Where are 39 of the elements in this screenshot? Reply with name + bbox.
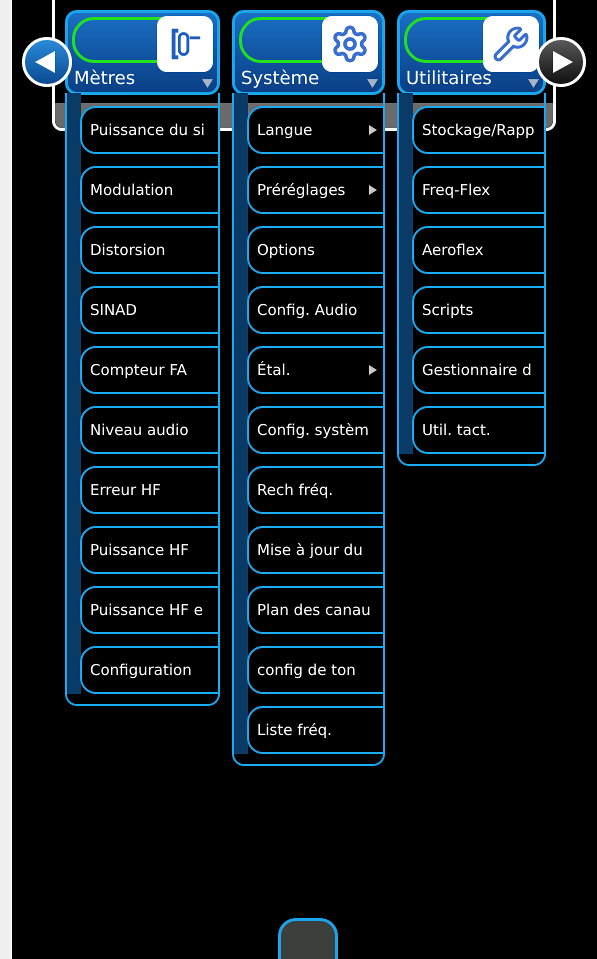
menu-item[interactable]: Langue	[247, 106, 383, 154]
menu-item[interactable]: Freq-Flex	[412, 166, 544, 214]
menu-item[interactable]: Gestionnaire d	[412, 346, 544, 394]
menu-item[interactable]: Options	[247, 226, 383, 274]
menu-item[interactable]: Erreur HF	[80, 466, 218, 514]
menu-item[interactable]: Compteur FA	[80, 346, 218, 394]
left-arrow-icon	[35, 51, 55, 73]
menu-item[interactable]: Préréglages	[247, 166, 383, 214]
menu-item[interactable]: Liste fréq.	[247, 706, 383, 754]
wrench-icon	[492, 25, 530, 63]
menu-item[interactable]: Config. Audio	[247, 286, 383, 334]
dropdown-triangle-icon	[202, 79, 213, 88]
menu-item[interactable]: Puissance HF	[80, 526, 218, 574]
dropdown-triangle-icon	[367, 79, 378, 88]
right-arrow-icon	[553, 51, 573, 73]
menu-item[interactable]: Aeroflex	[412, 226, 544, 274]
menu-item[interactable]: Util. tact.	[412, 406, 544, 454]
menu-item[interactable]: Configuration	[80, 646, 218, 694]
menu-header-button[interactable]: Utilitaires	[397, 10, 546, 95]
menu-item[interactable]: Puissance du si	[80, 106, 218, 154]
menu-item[interactable]: Distorsion	[80, 226, 218, 274]
scroll-left-button[interactable]	[22, 37, 72, 87]
menu-item[interactable]: Puissance HF e	[80, 586, 218, 634]
dropdown-triangle-icon	[528, 79, 539, 88]
scroll-right-button[interactable]	[536, 37, 586, 87]
menu-header-button[interactable]: Système	[232, 10, 385, 95]
menu-item[interactable]: Scripts	[412, 286, 544, 334]
menu-item[interactable]: Niveau audio	[80, 406, 218, 454]
menu-item[interactable]: config de ton	[247, 646, 383, 694]
menu-item[interactable]: Mise à jour du	[247, 526, 383, 574]
menu-item[interactable]: Rech fréq.	[247, 466, 383, 514]
menu-item[interactable]: SINAD	[80, 286, 218, 334]
menu-item[interactable]: Stockage/Rapp	[412, 106, 544, 154]
menu-header-button[interactable]: Mètres	[65, 10, 220, 95]
menu-item[interactable]: Modulation	[80, 166, 218, 214]
menu-item[interactable]: Étal.	[247, 346, 383, 394]
menu-item[interactable]: Plan des canau	[247, 586, 383, 634]
menu-item[interactable]: Config. systèm	[247, 406, 383, 454]
bottom-handle[interactable]	[278, 918, 338, 959]
